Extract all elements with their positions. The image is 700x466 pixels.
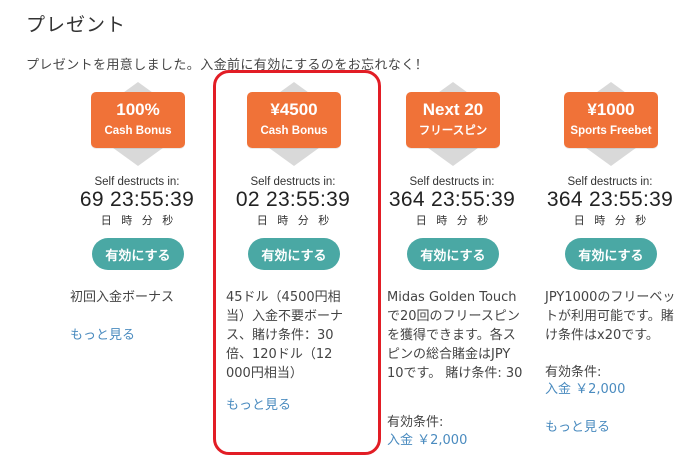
offer-badge: ¥1000 Sports Freebet (564, 92, 658, 148)
condition-value-link[interactable]: 入金 ￥2,000 (545, 378, 625, 397)
countdown-units: 日 時 分 秒 (573, 214, 647, 227)
condition-value-link[interactable]: 入金 ￥2,000 (387, 429, 467, 448)
countdown-units: 日 時 分 秒 (415, 214, 489, 227)
badge-amount: 100% (116, 100, 160, 119)
badge-amount: ¥1000 (587, 100, 635, 119)
timer-label: Self destructs in: (94, 176, 180, 188)
timer-label: Self destructs in: (567, 176, 653, 188)
countdown-units: 日 時 分 秒 (100, 214, 174, 227)
countdown-timer: 364 23:55:39 (388, 188, 516, 211)
badge-type: フリースピン (418, 125, 488, 137)
offer-card-cash-bonus-100: 100% Cash Bonus Self destructs in: 69 23… (62, 76, 212, 466)
countdown-timer: 364 23:55:39 (546, 188, 674, 211)
page-title: プレゼント (26, 14, 127, 36)
countdown-timer: 69 23:55:39 (79, 188, 195, 211)
see-more-link[interactable]: もっと見る (545, 416, 610, 435)
badge-amount: Next 20 (422, 100, 484, 119)
activate-button[interactable]: 有効にする (92, 238, 184, 270)
badge-type: Sports Freebet (570, 125, 652, 137)
condition-label: 有効条件: (387, 415, 444, 430)
highlight-outline (213, 70, 381, 455)
activate-button[interactable]: 有効にする (565, 238, 657, 270)
timer-label: Self destructs in: (409, 176, 495, 188)
offer-description: Midas Golden Touchで20回のフリースピンを獲得できます。各スピ… (387, 290, 523, 381)
offer-badge: 100% Cash Bonus (91, 92, 185, 148)
badge-type: Cash Bonus (104, 125, 172, 137)
offer-badge: Next 20 フリースピン (406, 92, 500, 148)
see-more-link[interactable]: もっと見る (70, 324, 135, 343)
offer-card-free-spins: Next 20 フリースピン Self destructs in: 364 23… (377, 76, 527, 466)
offer-description: JPY1000のフリーベットが利用可能です。賭け条件はx20です。 (545, 290, 676, 343)
activate-button[interactable]: 有効にする (407, 238, 499, 270)
offer-card-sports-freebet: ¥1000 Sports Freebet Self destructs in: … (535, 76, 685, 466)
offer-description: 初回入金ボーナス (70, 290, 175, 305)
